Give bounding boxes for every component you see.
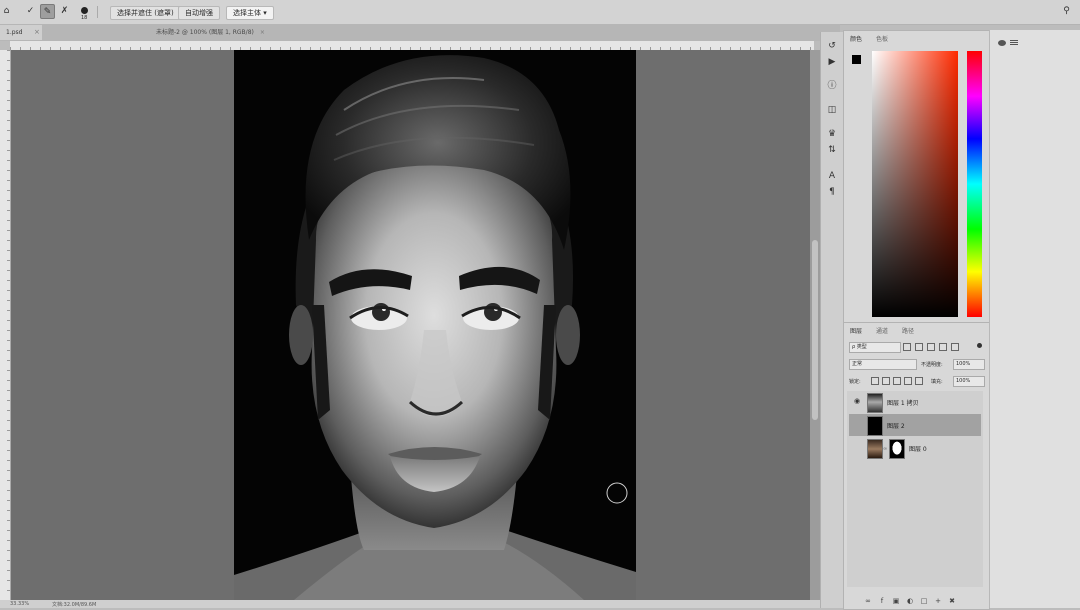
vertical-ruler	[0, 50, 11, 600]
canvas-area[interactable]	[11, 50, 810, 600]
link-icon[interactable]: ∞	[864, 597, 872, 605]
layers-list: ◉ 图层 1 拷贝 图层 2 ∞ 图层 0	[847, 391, 983, 587]
blend-mode-select[interactable]: 正常	[849, 359, 917, 370]
options-bar: ⌂ ✓ ✎ ✗ 18 选择并遮住 (遮罩) 自动增强 选择主体 ▾ ⚲	[0, 0, 1080, 25]
group-icon[interactable]: □	[920, 597, 928, 605]
scrollbar-thumb[interactable]	[812, 240, 818, 420]
brush-tool-icon[interactable]: ✓	[24, 4, 37, 17]
foreground-color-swatch[interactable]	[852, 55, 861, 64]
search-icon[interactable]: ⚲	[1060, 4, 1073, 17]
layers-panel: 图层 通道 路径 ρ 类型 正常 不透明度: 100% 锁定: 填充: 100%…	[843, 322, 990, 610]
panel-collapse-icon[interactable]	[998, 40, 1006, 46]
layer-thumbnail	[867, 439, 883, 459]
blend-row: 正常 不透明度: 100%	[847, 358, 986, 370]
history-icon[interactable]: ↺	[826, 40, 838, 52]
fill-input[interactable]: 100%	[953, 376, 985, 387]
panel-menu-icon[interactable]	[1010, 40, 1018, 41]
layer-thumbnail	[867, 393, 883, 413]
new-layer-icon[interactable]: +	[934, 597, 942, 605]
info-icon[interactable]: ⓘ	[826, 80, 838, 92]
tab-paths[interactable]: 路径	[902, 326, 914, 335]
adjust-icon[interactable]: ⇅	[826, 144, 838, 156]
smart-filter-icon[interactable]	[951, 343, 959, 351]
document-info[interactable]: 文档:32.0M/89.6M	[52, 601, 96, 608]
opacity-label: 不透明度:	[921, 362, 943, 368]
paragraph-icon[interactable]: ¶	[826, 186, 838, 198]
home-icon[interactable]: ⌂	[0, 4, 13, 17]
collapsed-panel-strip: ↺ ▶ ⓘ ◫ ♛ ⇅ A ¶	[820, 32, 843, 608]
layer-row[interactable]: ◉ 图层 1 拷贝	[849, 391, 981, 413]
layer-name[interactable]: 图层 1 拷贝	[887, 398, 919, 407]
zoom-level[interactable]: 33.33%	[10, 601, 29, 607]
vertical-scrollbar[interactable]	[810, 50, 820, 600]
pixel-filter-icon[interactable]	[903, 343, 911, 351]
portrait-image[interactable]	[234, 50, 636, 600]
tab-channels[interactable]: 通道	[876, 326, 888, 335]
close-icon[interactable]: ×	[260, 29, 265, 36]
fx-icon[interactable]: f	[878, 597, 886, 605]
mask-icon[interactable]: ▣	[892, 597, 900, 605]
layer-name[interactable]: 图层 2	[887, 421, 905, 430]
lock-pixels-icon[interactable]	[871, 377, 879, 385]
portrait-photo	[234, 50, 636, 600]
doc-tab-2[interactable]: 未标题-2 @ 100% (图层 1, RGB/8) ×	[150, 25, 271, 40]
layer-name[interactable]: 图层 0	[909, 444, 927, 453]
play-icon[interactable]: ▶	[826, 56, 838, 68]
brush-preset-icon[interactable]: ♛	[826, 128, 838, 140]
hue-slider[interactable]	[967, 51, 982, 317]
chain-link-icon[interactable]: ∞	[883, 446, 887, 452]
right-dock	[989, 30, 1080, 608]
type-filter-icon[interactable]	[927, 343, 935, 351]
lock-label: 锁定:	[849, 379, 861, 385]
adjustment-filter-icon[interactable]	[915, 343, 923, 351]
adjustment-icon[interactable]: ◐	[906, 597, 914, 605]
color-picker-field[interactable]	[872, 51, 958, 317]
layer-kind-filter[interactable]: ρ 类型	[849, 342, 901, 353]
layer-row[interactable]: 图层 2	[849, 414, 981, 436]
auto-enhance-checkbox[interactable]: 自动增强	[178, 6, 220, 20]
separator	[97, 6, 98, 18]
filter-toggle-icon[interactable]	[977, 343, 982, 348]
opacity-input[interactable]: 100%	[953, 359, 985, 370]
subtract-brush-icon[interactable]: ✗	[58, 4, 71, 17]
lock-all-icon[interactable]	[915, 377, 923, 385]
eye-icon[interactable]: ◉	[854, 397, 860, 405]
lock-paint-icon[interactable]	[882, 377, 890, 385]
select-and-mask-button[interactable]: 选择并遮住 (遮罩)	[110, 6, 181, 20]
select-subject-button[interactable]: 选择主体 ▾	[226, 6, 274, 20]
character-icon[interactable]: A	[826, 170, 838, 182]
fill-label: 填充:	[931, 379, 943, 385]
trash-icon[interactable]: ✖	[948, 597, 956, 605]
layer-mask-thumbnail[interactable]	[889, 439, 905, 459]
tab-layers[interactable]: 图层	[850, 326, 862, 335]
quick-select-icon[interactable]: ✎	[40, 4, 55, 19]
close-icon[interactable]: ×	[34, 28, 40, 36]
lock-position-icon[interactable]	[893, 377, 901, 385]
layer-thumbnail	[867, 416, 883, 436]
clone-source-icon[interactable]: ◫	[826, 104, 838, 116]
tab-color[interactable]: 颜色	[850, 34, 862, 43]
lock-row: 锁定: 填充: 100%	[847, 375, 986, 387]
color-panel: 颜色 色板	[843, 30, 990, 324]
brush-size-value: 18	[81, 15, 88, 21]
lock-artboard-icon[interactable]	[904, 377, 912, 385]
status-bar: 33.33% 文档:32.0M/89.6M	[0, 600, 840, 608]
document-tab-bar: 1.psd × 未标题-2 @ 100% (图层 1, RGB/8) ×	[0, 24, 840, 41]
tab-swatches[interactable]: 色板	[876, 34, 888, 43]
shape-filter-icon[interactable]	[939, 343, 947, 351]
layer-filter-row: ρ 类型	[847, 341, 986, 353]
layer-row[interactable]: ∞ 图层 0	[849, 437, 981, 459]
